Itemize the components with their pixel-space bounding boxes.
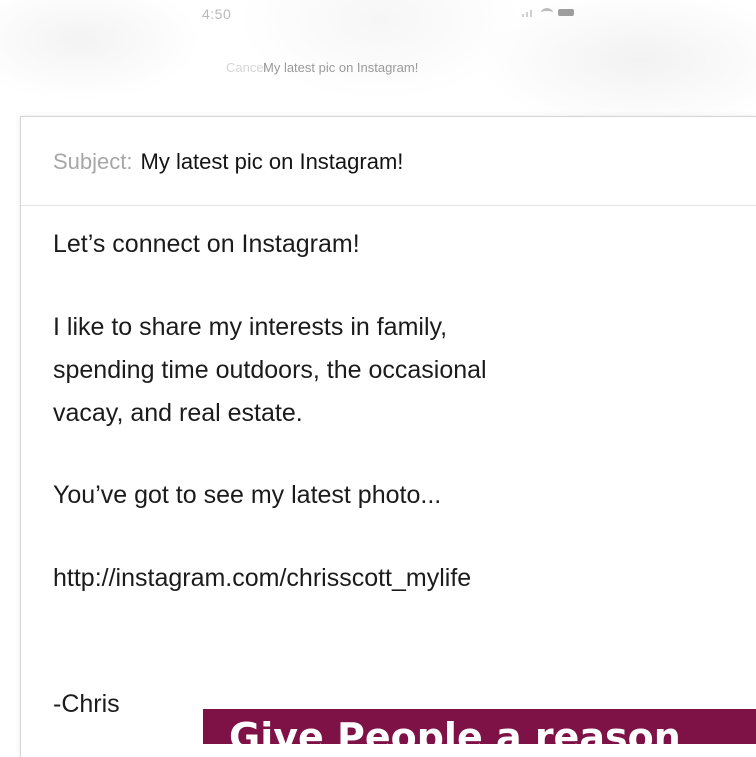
status-time: 4:50 bbox=[202, 6, 232, 22]
mail-nav-bar: Cancel My latest pic on Instagram! bbox=[0, 56, 756, 86]
status-icons bbox=[522, 8, 574, 17]
subject-label: Subject: bbox=[53, 149, 133, 174]
subject-field[interactable]: My latest pic on Instagram! bbox=[141, 149, 404, 174]
compose-card: Subject: My latest pic on Instagram! Let’… bbox=[20, 116, 756, 757]
promo-banner: Give People a reason bbox=[203, 709, 756, 744]
signal-icon bbox=[522, 9, 536, 17]
subject-divider bbox=[21, 205, 756, 206]
body-line-photo[interactable]: You’ve got to see my latest photo... bbox=[53, 480, 441, 510]
wifi-icon bbox=[541, 8, 553, 17]
body-line-link[interactable]: http://instagram.com/chrisscott_mylife bbox=[53, 563, 471, 593]
body-line-interests-2[interactable]: spending time outdoors, the occasional bbox=[53, 355, 487, 385]
subject-row[interactable]: Subject: My latest pic on Instagram! bbox=[53, 147, 403, 177]
battery-icon bbox=[558, 9, 574, 16]
body-line-interests-3[interactable]: vacay, and real estate. bbox=[53, 398, 303, 428]
body-line-greeting[interactable]: Let’s connect on Instagram! bbox=[53, 229, 360, 259]
cancel-button[interactable]: Cancel bbox=[226, 60, 266, 75]
body-line-signature[interactable]: -Chris bbox=[53, 689, 120, 719]
status-bar: 4:50 bbox=[0, 0, 756, 34]
body-line-interests-1[interactable]: I like to share my interests in family, bbox=[53, 312, 447, 342]
nav-title: My latest pic on Instagram! bbox=[263, 60, 419, 75]
promo-banner-text: Give People a reason bbox=[229, 715, 681, 744]
